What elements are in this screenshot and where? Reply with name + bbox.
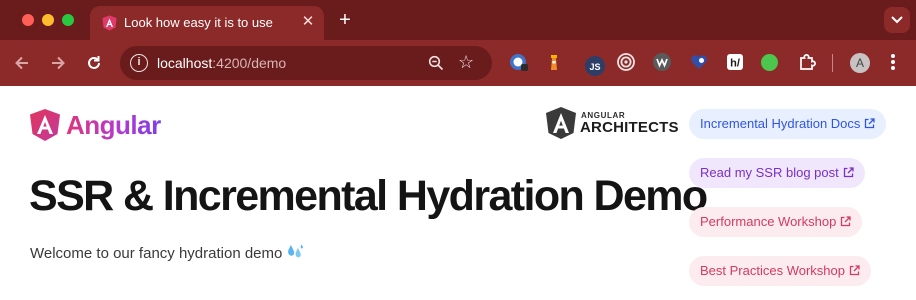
tab-search-button[interactable] (884, 7, 910, 33)
close-tab-icon[interactable]: ✕ (298, 12, 318, 32)
svg-text:h/: h/ (730, 58, 740, 70)
page-title: SSR & Incremental Hydration Demo (29, 172, 708, 220)
best-practices-workshop-label: Best Practices Workshop (700, 263, 845, 278)
lighthouse-icon[interactable] (544, 52, 564, 72)
heart-icon[interactable] (689, 52, 709, 72)
forward-button[interactable] (48, 53, 68, 73)
subtitle-text: Welcome to our fancy hydration demo (30, 245, 283, 262)
reload-button[interactable] (84, 53, 104, 73)
chevron-down-icon (891, 16, 903, 24)
back-button[interactable] (12, 53, 32, 73)
minimize-window-button[interactable] (42, 14, 54, 26)
page-content: Angular ANGULAR ARCHITECTS SSR & Increme… (0, 86, 916, 300)
performance-workshop-button[interactable]: Performance Workshop (689, 207, 863, 237)
tab-title: Look how easy it is to use (124, 15, 273, 30)
external-link-icon (865, 118, 876, 129)
bookmark-star-icon[interactable]: ☆ (458, 53, 474, 71)
close-window-button[interactable] (22, 14, 34, 26)
external-link-icon (841, 216, 851, 227)
profile-avatar[interactable]: A (850, 53, 870, 73)
page-subtitle: Welcome to our fancy hydration demo (30, 244, 304, 262)
external-link-icon (849, 265, 860, 276)
green-dot-icon[interactable] (761, 54, 778, 71)
h-extension-icon[interactable]: h/ (725, 52, 745, 72)
best-practices-workshop-button[interactable]: Best Practices Workshop (689, 256, 871, 286)
tab-strip: Look how easy it is to use ✕ + (0, 0, 916, 40)
browser-toolbar: i localhost:4200/demo ☆ JS h/ A (0, 40, 916, 86)
forward-arrow-icon (52, 56, 65, 70)
blog-link-button[interactable]: Read my SSR blog post (689, 158, 865, 188)
zoom-icon[interactable] (428, 55, 444, 71)
toolbar-separator (832, 54, 833, 72)
droplets-emoji-icon (288, 244, 304, 258)
site-info-icon[interactable]: i (130, 54, 148, 72)
ublock-origin-icon[interactable] (508, 52, 528, 72)
maximize-window-button[interactable] (62, 14, 74, 26)
active-tab[interactable]: Look how easy it is to use ✕ (90, 6, 324, 40)
address-bar[interactable]: i localhost:4200/demo ☆ (120, 46, 492, 80)
js-icon[interactable]: JS (584, 56, 606, 76)
external-link-icon (843, 167, 854, 178)
docs-link-label: Incremental Hydration Docs (700, 116, 861, 131)
new-tab-button[interactable]: + (334, 9, 356, 31)
docs-link-button[interactable]: Incremental Hydration Docs (689, 109, 887, 139)
brand-name: Angular (66, 110, 161, 140)
menu-kebab-icon[interactable] (890, 53, 896, 73)
angular-favicon-icon (102, 15, 117, 31)
reload-icon (88, 56, 100, 69)
angular-logo-icon (30, 109, 60, 141)
url-text[interactable]: localhost:4200/demo (157, 55, 286, 71)
performance-workshop-label: Performance Workshop (700, 214, 837, 229)
blog-link-label: Read my SSR blog post (700, 165, 839, 180)
partner-logo-line2: ARCHITECTS (580, 119, 679, 136)
wappalyzer-icon[interactable] (652, 52, 672, 72)
puzzle-icon[interactable] (797, 52, 817, 72)
back-arrow-icon (15, 56, 28, 70)
svg-text:JS: JS (589, 62, 600, 72)
target-icon[interactable] (616, 52, 636, 72)
angular-architects-logo-icon (546, 107, 576, 139)
